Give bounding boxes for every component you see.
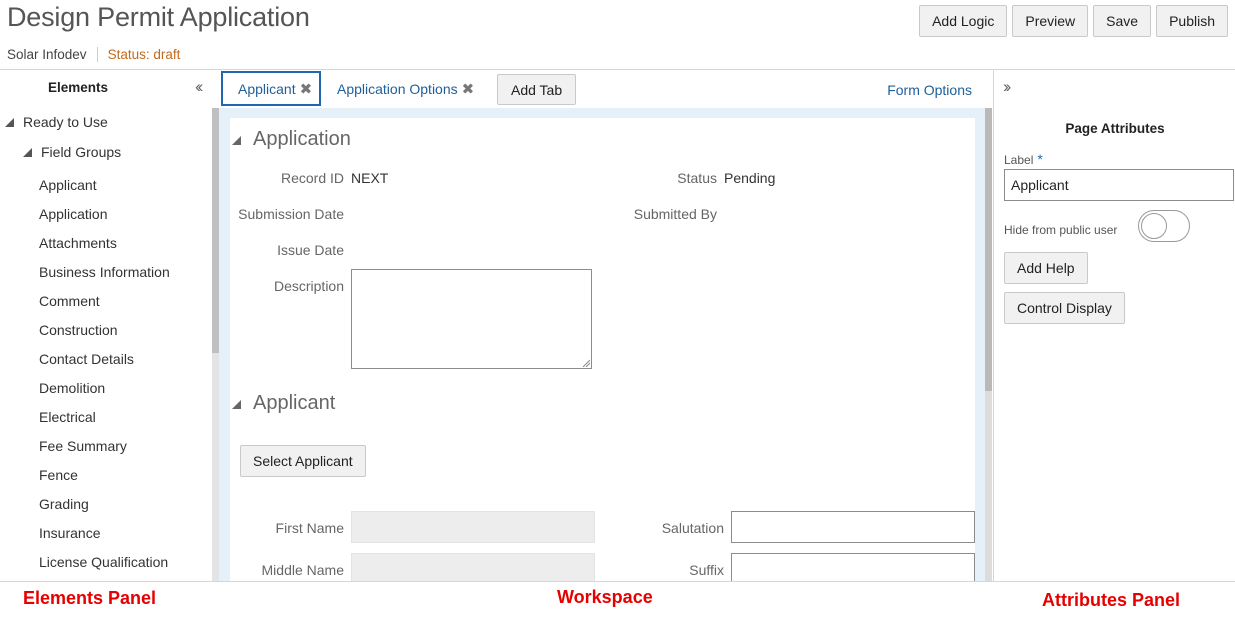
tree-node-label: Field Groups (41, 144, 122, 160)
salutation-field[interactable] (731, 511, 975, 543)
status-value: Pending (724, 170, 776, 186)
publish-button[interactable]: Publish (1156, 5, 1228, 37)
footer-divider (0, 581, 1235, 582)
organization-name: Solar Infodev (7, 47, 87, 62)
tree-node-ready-to-use[interactable]: Ready to Use (3, 114, 108, 130)
record-id-value: NEXT (351, 170, 389, 186)
elements-scrollbar[interactable] (212, 108, 219, 581)
workspace-scrollbar[interactable] (985, 108, 992, 581)
attributes-panel: ›› Page Attributes Label * Applicant Hide… (993, 70, 1235, 581)
list-item[interactable]: Grading (39, 489, 170, 518)
section-header-applicant[interactable]: Applicant (230, 392, 335, 415)
add-tab-button[interactable]: Add Tab (497, 74, 577, 105)
tab-label: Application Options (337, 81, 458, 97)
list-item[interactable]: Contact Details (39, 344, 170, 373)
tab-application-options[interactable]: Application Options ✖ (337, 80, 474, 98)
first-name-field (351, 511, 595, 543)
suffix-label: Suffix (689, 562, 724, 578)
expand-panel-icon[interactable]: ›› (1003, 77, 1012, 97)
list-item[interactable]: Application (39, 199, 170, 228)
description-label: Description (273, 278, 344, 294)
section-title: Applicant (253, 392, 336, 414)
tab-applicant[interactable]: Applicant ✖ (221, 71, 321, 106)
tree-node-label: Ready to Use (23, 114, 108, 130)
control-display-button[interactable]: Control Display (1004, 292, 1125, 324)
toggle-knob (1141, 213, 1167, 239)
tab-bar: Applicant ✖ Application Options ✖ Add Ta… (219, 70, 992, 108)
elements-panel-title: Elements (48, 80, 109, 95)
resize-handle-icon[interactable] (582, 359, 590, 367)
suffix-field[interactable] (731, 553, 975, 581)
form-options-link[interactable]: Form Options (887, 82, 972, 98)
description-textarea[interactable] (351, 269, 592, 369)
status-badge: Status: draft (107, 47, 181, 62)
label-caption: Label * (1004, 151, 1043, 167)
submission-date-label: Submission Date (238, 206, 344, 222)
page-meta: Solar Infodev Status: draft (7, 47, 180, 62)
tree-node-field-groups[interactable]: Field Groups (21, 144, 121, 160)
annotation-elements-panel: Elements Panel (23, 588, 157, 608)
label-caption-text: Label (1004, 153, 1034, 167)
collapse-triangle-icon[interactable] (230, 398, 242, 410)
collapse-triangle-icon[interactable] (230, 134, 242, 146)
collapse-panel-icon[interactable]: ‹‹ (195, 77, 204, 97)
list-item[interactable]: Demolition (39, 373, 170, 402)
salutation-label: Salutation (661, 520, 724, 536)
page-title: Design Permit Application (7, 2, 310, 32)
list-item[interactable]: Business Information (39, 257, 170, 286)
add-logic-button[interactable]: Add Logic (919, 5, 1008, 37)
list-item[interactable]: Electrical (39, 402, 170, 431)
submitted-by-label: Submitted By (633, 206, 717, 222)
record-id-label: Record ID (280, 170, 344, 186)
middle-name-label: Middle Name (261, 562, 344, 578)
issue-date-label: Issue Date (277, 242, 344, 258)
section-title: Application (253, 128, 351, 150)
add-help-button[interactable]: Add Help (1004, 252, 1088, 284)
field-group-list: Applicant Application Attachments Busine… (39, 170, 170, 576)
list-item[interactable]: Construction (39, 315, 170, 344)
label-input[interactable]: Applicant (1004, 169, 1234, 201)
status-label: Status (677, 170, 717, 186)
tab-label: Applicant (238, 80, 296, 97)
select-applicant-button[interactable]: Select Applicant (240, 445, 366, 477)
first-name-label: First Name (275, 520, 344, 536)
close-icon[interactable]: ✖ (462, 80, 475, 98)
elements-panel: Elements ‹‹ Ready to Use Field Groups Ap… (0, 70, 212, 581)
list-item[interactable]: Fee Summary (39, 431, 170, 460)
save-button[interactable]: Save (1093, 5, 1152, 37)
list-item[interactable]: Applicant (39, 170, 170, 199)
meta-divider (96, 47, 98, 62)
page-attributes-title: Page Attributes (1065, 121, 1165, 136)
list-item[interactable]: Fence (39, 460, 170, 489)
close-icon[interactable]: ✖ (300, 80, 313, 98)
list-item[interactable]: Comment (39, 286, 170, 315)
section-header-application[interactable]: Application (230, 128, 351, 151)
workspace-canvas: Application Record ID NEXT Status Pendin… (230, 118, 975, 581)
middle-name-field (351, 553, 595, 581)
expand-triangle-icon[interactable] (3, 116, 15, 128)
hide-from-public-toggle[interactable] (1138, 210, 1190, 242)
annotation-workspace: Workspace (557, 587, 653, 607)
preview-button[interactable]: Preview (1012, 5, 1089, 37)
scrollbar-thumb[interactable] (985, 108, 992, 391)
required-marker: * (1037, 151, 1043, 167)
hide-from-public-label: Hide from public user (1004, 223, 1118, 237)
expand-triangle-icon[interactable] (21, 146, 33, 158)
list-item[interactable]: Insurance (39, 518, 170, 547)
scrollbar-thumb[interactable] (212, 108, 219, 353)
annotation-attributes-panel: Attributes Panel (1042, 590, 1181, 610)
list-item[interactable]: Attachments (39, 228, 170, 257)
list-item[interactable]: License Qualification (39, 547, 170, 576)
toolbar: Add Logic Preview Save Publish (919, 5, 1228, 37)
